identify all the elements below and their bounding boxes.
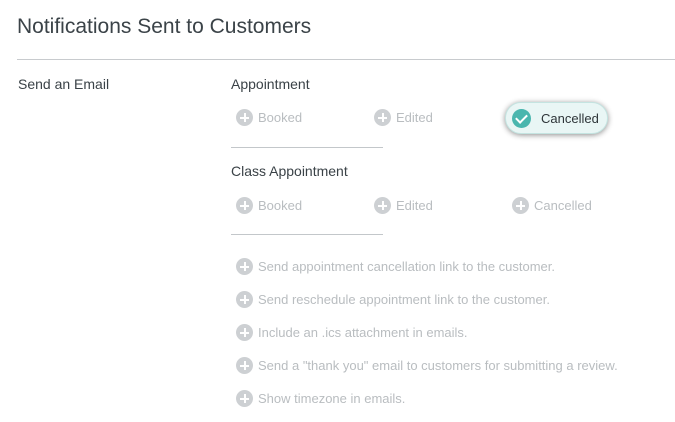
option-cancellation-link[interactable]: Send appointment cancellation link to th… <box>236 258 555 275</box>
plus-circle-icon <box>512 197 529 214</box>
appointment-cancelled-toggle[interactable]: Cancelled <box>505 102 608 134</box>
plus-circle-icon <box>236 390 253 407</box>
option-label: Send a "thank you" email to customers fo… <box>258 358 618 373</box>
appointment-booked-toggle[interactable]: Booked <box>236 109 302 126</box>
title-divider <box>17 59 675 60</box>
page-title: Notifications Sent to Customers <box>17 15 312 38</box>
checkmark-circle-icon <box>512 108 531 128</box>
option-label: Include an .ics attachment in emails. <box>258 325 468 340</box>
option-ics-attachment[interactable]: Include an .ics attachment in emails. <box>236 324 468 341</box>
plus-circle-icon <box>236 291 253 308</box>
class-appointment-divider <box>231 234 383 235</box>
class-booked-label: Booked <box>258 198 303 213</box>
plus-circle-icon <box>236 357 253 374</box>
appointment-edited-toggle[interactable]: Edited <box>374 109 433 126</box>
option-label: Show timezone in emails. <box>258 391 406 406</box>
class-edited-toggle[interactable]: Edited <box>374 197 433 214</box>
class-cancelled-label: Cancelled <box>534 198 592 213</box>
option-label: Send appointment cancellation link to th… <box>258 259 556 274</box>
appointment-booked-label: Booked <box>258 110 303 125</box>
plus-circle-icon <box>236 324 253 341</box>
send-email-label: Send an Email <box>18 76 110 92</box>
appointment-divider <box>231 147 383 148</box>
class-cancelled-toggle[interactable]: Cancelled <box>512 197 592 214</box>
option-reschedule-link[interactable]: Send reschedule appointment link to the … <box>236 291 550 308</box>
option-thank-you-email[interactable]: Send a "thank you" email to customers fo… <box>236 357 618 374</box>
appointment-heading: Appointment <box>231 76 310 92</box>
appointment-edited-label: Edited <box>396 110 433 125</box>
option-show-timezone[interactable]: Show timezone in emails. <box>236 390 405 407</box>
plus-circle-icon <box>236 109 253 126</box>
option-label: Send reschedule appointment link to the … <box>258 292 550 307</box>
appointment-cancelled-label: Cancelled <box>541 110 599 126</box>
plus-circle-icon <box>236 197 253 214</box>
plus-circle-icon <box>374 197 391 214</box>
class-appointment-heading: Class Appointment <box>231 163 348 179</box>
plus-circle-icon <box>236 258 253 275</box>
class-edited-label: Edited <box>396 198 433 213</box>
plus-circle-icon <box>374 109 391 126</box>
class-booked-toggle[interactable]: Booked <box>236 197 302 214</box>
